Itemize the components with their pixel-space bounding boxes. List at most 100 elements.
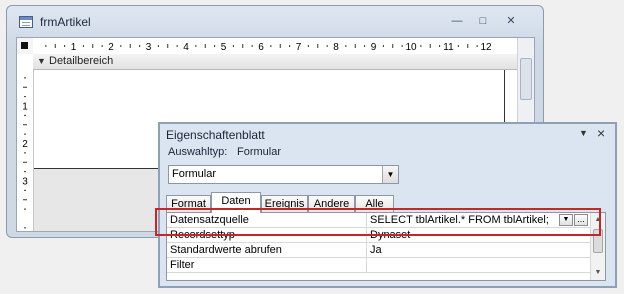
ruler-tick [54,44,56,48]
ruler-tick [120,45,122,47]
ruler-tick [392,44,394,48]
detail-section-bar[interactable]: ▼ Detailbereich [33,54,518,70]
property-row[interactable]: Filter [167,258,592,273]
selection-type-value: Formular [237,146,282,158]
chevron-down-icon[interactable]: ▼ [382,166,398,183]
ruler-tick [457,45,459,47]
ruler-tick [23,124,27,126]
ruler-number: 4 [183,42,189,53]
ruler-tick [382,45,384,47]
ruler-tick [232,45,234,47]
object-select[interactable]: Formular ▼ [168,165,399,184]
ruler-tick [139,45,141,47]
vertical-ruler: 1 2 3 [17,54,34,231]
scrollbar-thumb[interactable] [593,229,603,253]
property-sheet-title: Eigenschaftenblatt [166,128,265,142]
property-name: Datensatzquelle [170,214,249,226]
scroll-down-icon[interactable]: ▼ [591,267,605,279]
ruler-tick [354,44,356,48]
builder-button[interactable]: ... [574,214,588,226]
ruler-tick [24,77,26,79]
chevron-down-icon[interactable]: ▼ [559,214,573,226]
property-row[interactable]: Recordsettyp Dynaset [167,228,592,243]
ruler-tick [24,208,26,210]
ruler-tick [24,114,26,116]
ruler-number: 10 [405,42,417,53]
scroll-up-icon[interactable]: ▲ [591,214,605,226]
ruler-tick [24,227,26,229]
ruler-tick [279,44,281,48]
ruler-number: 2 [22,139,28,150]
ruler-tick [92,44,94,48]
tab-ereignis[interactable]: Ereignis [261,195,308,212]
ruler-number: 12 [480,42,492,53]
property-name: Recordsettyp [170,229,235,241]
property-value[interactable]: SELECT tblArtikel.* FROM tblArtikel; [370,214,549,226]
ruler-tick [82,45,84,47]
pane-options-icon[interactable]: ▼ [579,128,588,138]
scrollbar-thumb[interactable] [520,58,532,100]
selection-type-label: Auswahltyp: [168,146,228,158]
ruler-tick [420,45,422,47]
close-icon[interactable]: ✕ [499,13,523,30]
section-arrow-icon: ▼ [37,56,46,66]
ruler-number: 3 [22,177,28,188]
section-label: Detailbereich [49,55,114,67]
ruler-number: 6 [258,42,264,53]
ruler-tick [23,86,27,88]
property-name: Filter [170,259,195,271]
property-value[interactable]: Ja [370,244,382,256]
close-icon[interactable]: × [597,125,605,141]
ruler-number: 8 [333,42,339,53]
ruler-tick [289,45,291,47]
ruler-tick [167,44,169,48]
ruler-tick [476,45,478,47]
property-row[interactable]: Standardwerte abrufen Ja [167,243,592,258]
tab-andere[interactable]: Andere [308,195,355,212]
restore-icon[interactable]: □ [471,13,495,30]
property-row[interactable]: Datensatzquelle SELECT tblArtikel.* FROM… [167,213,592,228]
ruler-tick [251,45,253,47]
ruler-tick [157,45,159,47]
ruler-tick [24,152,26,154]
ruler-tick [401,45,403,47]
ruler-tick [345,45,347,47]
horizontal-ruler: 1 2 3 4 5 6 7 8 9 10 11 12 [33,38,520,55]
ruler-number: 1 [71,42,77,53]
ruler-tick [64,45,66,47]
ruler-tick [204,44,206,48]
form-window-titlebar[interactable]: frmArtikel — □ ✕ [7,6,543,34]
ruler-tick [176,45,178,47]
ruler-tick [317,44,319,48]
tab-alle[interactable]: Alle [355,195,394,212]
ruler-number: 1 [22,102,28,113]
tab-format[interactable]: Format [166,195,211,212]
form-window-title: frmArtikel [40,15,91,29]
property-grid-scrollbar[interactable]: ▲ ▼ [590,213,605,280]
ruler-tick [24,96,26,98]
ruler-tick [23,161,27,163]
ruler-tick [24,133,26,135]
property-value[interactable]: Dynaset [370,229,410,241]
form-selector[interactable] [17,38,34,55]
minimize-icon[interactable]: — [445,13,469,30]
ruler-number: 2 [108,42,114,53]
property-sheet: Eigenschaftenblatt ▼ × Auswahltyp: Formu… [158,122,617,288]
ruler-tick [467,44,469,48]
ruler-number: 9 [371,42,377,53]
ruler-tick [364,45,366,47]
ruler-tick [326,45,328,47]
ruler-tick [101,45,103,47]
ruler-tick [307,45,309,47]
ruler-tick [242,44,244,48]
tab-daten[interactable]: Daten [211,192,261,213]
ruler-tick [439,45,441,47]
ruler-tick [129,44,131,48]
ruler-tick [270,45,272,47]
ruler-number: 3 [146,42,152,53]
ruler-number: 5 [221,42,227,53]
property-grid: Datensatzquelle SELECT tblArtikel.* FROM… [166,212,606,281]
ruler-tick [45,45,47,47]
ruler-tick [23,199,27,201]
object-select-value: Formular [172,168,217,180]
